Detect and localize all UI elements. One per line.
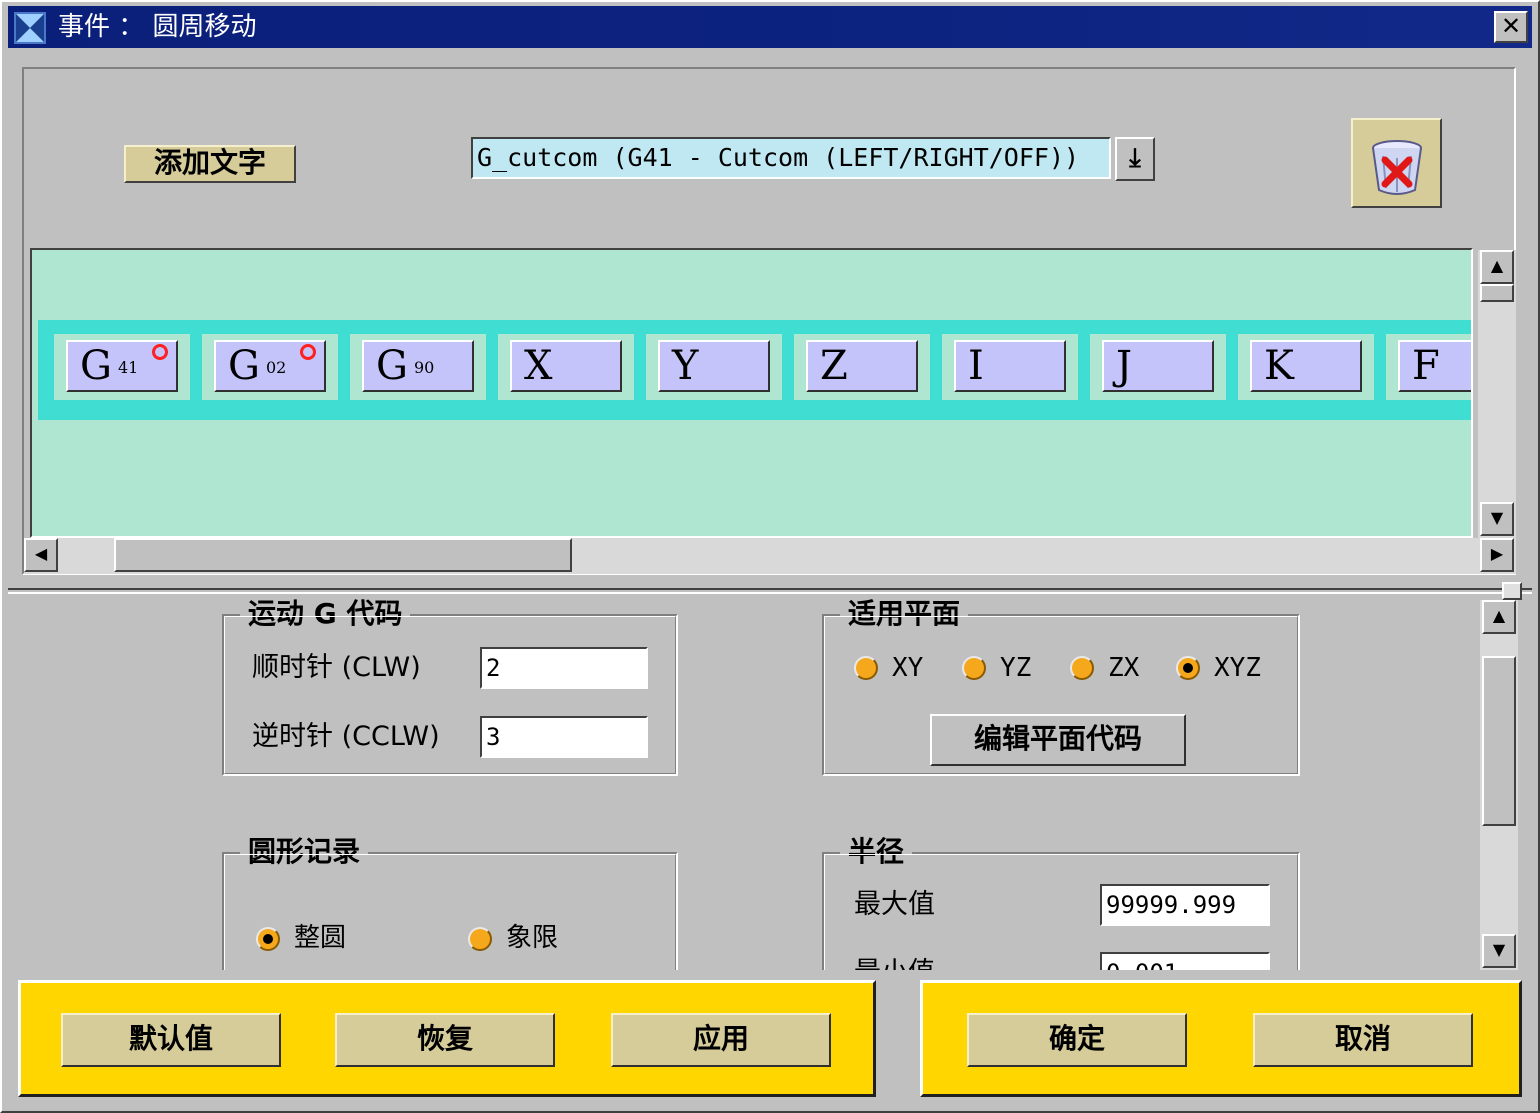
motion-g-code-legend: 运动 G 代码 [240, 596, 411, 632]
word-block-button[interactable]: G 41 [66, 340, 178, 392]
circle-record-option-label: 象限 [506, 923, 559, 953]
parameters-panel: 运动 G 代码 顺时针 (CLW) 2 逆时针 (CCLW) 3 适用平面 XY… [18, 596, 1480, 970]
word-block-button[interactable]: K [1250, 340, 1362, 392]
word-block-button[interactable]: J [1102, 340, 1214, 392]
word-block-button[interactable]: I [954, 340, 1066, 392]
circle-record-radio[interactable] [256, 927, 280, 951]
clw-label: 顺时针 (CLW) [252, 652, 421, 683]
plane-option-label: XY [892, 653, 924, 683]
apply-button[interactable]: 应用 [611, 1013, 831, 1067]
edit-plane-code-button[interactable]: 编辑平面代码 [930, 714, 1186, 766]
radius-legend: 半径 [840, 834, 913, 870]
block-tile: Y [646, 334, 782, 400]
plane-option-label: ZX [1108, 653, 1140, 683]
block-letter: I [968, 343, 984, 389]
canvas-vertical-scrollbar[interactable]: ▲ ▼ [1478, 250, 1516, 538]
scroll-thumb[interactable] [1480, 284, 1514, 302]
window-title: 事件 ： 圆周移动 [58, 12, 257, 42]
parameters-vertical-scrollbar[interactable]: ▲ ▼ [1480, 600, 1518, 970]
default-button[interactable]: 默认值 [61, 1013, 281, 1067]
cclw-input[interactable]: 3 [480, 716, 648, 758]
scroll-down-button[interactable]: ▼ [1482, 934, 1516, 968]
plane-radio-zx[interactable] [1070, 656, 1094, 680]
word-block-button[interactable]: X [510, 340, 622, 392]
block-tile: G 90 [350, 334, 486, 400]
trash-delete-icon [1372, 140, 1422, 195]
block-tile: F [1386, 334, 1471, 400]
scroll-left-button[interactable]: ◀ [24, 538, 58, 572]
modal-marker-icon [300, 344, 316, 360]
block-strip: G 41 G 02 G 90 X Y Z I J K F [38, 320, 1471, 420]
word-block-button[interactable]: G 90 [362, 340, 474, 392]
block-subscript: 41 [117, 358, 139, 377]
scroll-up-button[interactable]: ▲ [1480, 250, 1514, 284]
plane-option-label: YZ [1000, 653, 1032, 683]
block-tile: K [1238, 334, 1374, 400]
block-tile: I [942, 334, 1078, 400]
word-block-button[interactable]: F [1398, 340, 1471, 392]
plane-radio-xy[interactable] [854, 656, 878, 680]
scroll-up-button[interactable]: ▲ [1482, 600, 1516, 634]
action-bar-left: 默认值 恢复 应用 [18, 980, 876, 1097]
block-tile: Z [794, 334, 930, 400]
scroll-thumb[interactable] [114, 538, 572, 572]
block-tile: J [1090, 334, 1226, 400]
splitter-handle[interactable] [1502, 582, 1522, 600]
block-tile: G 41 [54, 334, 190, 400]
title-bar: 事件 ： 圆周移动 ✕ [8, 6, 1532, 48]
cancel-button[interactable]: 取消 [1253, 1013, 1473, 1067]
block-letter: F [1412, 343, 1440, 389]
block-subscript: 02 [265, 358, 287, 377]
plane-radio-yz[interactable] [962, 656, 986, 680]
block-tile: X [498, 334, 634, 400]
block-tile: G 02 [202, 334, 338, 400]
block-letter: G [80, 343, 112, 389]
clw-input[interactable]: 2 [480, 647, 648, 689]
plane-legend: 适用平面 [840, 596, 969, 632]
word-block-button[interactable]: Z [806, 340, 918, 392]
add-text-button[interactable]: 添加文字 [124, 145, 296, 183]
block-letter: K [1264, 343, 1294, 389]
circle-record-legend: 圆形记录 [240, 834, 369, 870]
block-letter: J [1116, 343, 1133, 389]
block-letter: G [228, 343, 260, 389]
ok-button[interactable]: 确定 [967, 1013, 1187, 1067]
block-canvas[interactable]: G 41 G 02 G 90 X Y Z I J K F [30, 248, 1473, 538]
plane-option-label: XYZ [1214, 653, 1261, 683]
block-subscript: 90 [413, 358, 435, 377]
block-letter: X [524, 343, 553, 389]
scroll-down-button[interactable]: ▼ [1480, 502, 1514, 536]
circle-record-option-label: 整圆 [294, 923, 347, 953]
scroll-thumb[interactable] [1482, 656, 1516, 826]
radius-min-label: 最小值 [854, 956, 935, 970]
restore-button[interactable]: 恢复 [335, 1013, 555, 1067]
block-letter: Z [820, 343, 848, 389]
circle-record-group: 圆形记录 [222, 834, 678, 970]
circle-record-radio[interactable] [468, 927, 492, 951]
delete-trash-button[interactable] [1351, 118, 1442, 208]
block-letter: G [376, 343, 408, 389]
radius-max-label: 最大值 [854, 889, 935, 920]
action-bar-right: 确定 取消 [920, 980, 1522, 1097]
scroll-right-button[interactable]: ▶ [1480, 538, 1514, 572]
radius-min-input[interactable]: 0.001 [1100, 952, 1270, 970]
word-block-button[interactable]: Y [658, 340, 770, 392]
word-address-combo[interactable]: G_cutcom (G41 - Cutcom (LEFT/RIGHT/OFF)) [471, 137, 1111, 179]
block-letter: Y [672, 343, 699, 389]
panel-splitter[interactable] [8, 588, 1532, 594]
radius-max-input[interactable]: 99999.999 [1100, 884, 1270, 926]
close-button[interactable]: ✕ [1494, 11, 1528, 43]
word-block-button[interactable]: G 02 [214, 340, 326, 392]
cclw-label: 逆时针 (CCLW) [252, 721, 440, 752]
modal-marker-icon [152, 344, 168, 360]
dropdown-arrow-icon[interactable]: ⤓ [1115, 137, 1155, 181]
plane-radio-xyz[interactable] [1176, 656, 1200, 680]
app-icon [14, 12, 46, 44]
canvas-horizontal-scrollbar[interactable]: ◀ ▶ [24, 538, 1516, 574]
